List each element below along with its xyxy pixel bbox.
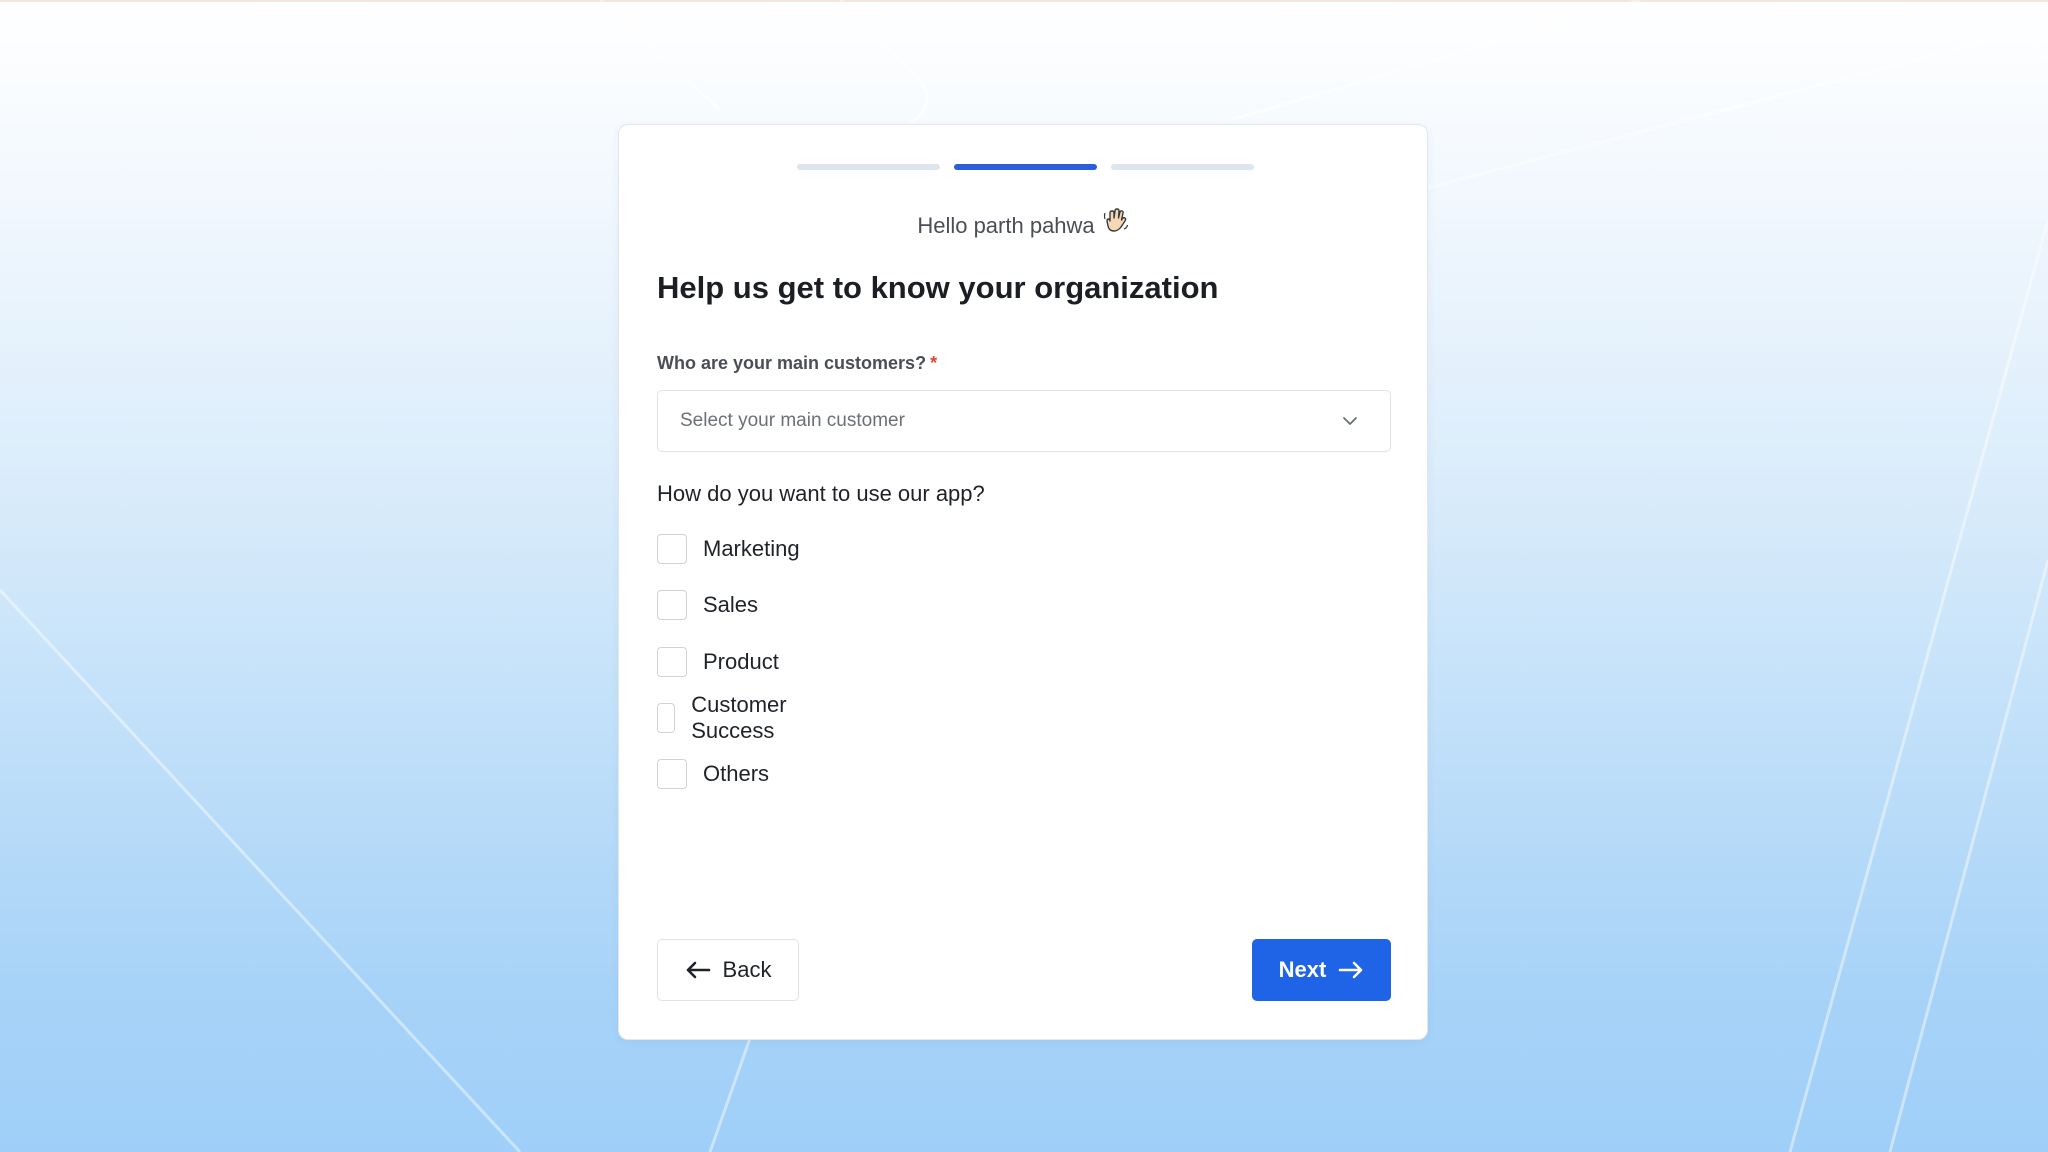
option-product[interactable]: Product <box>657 646 779 678</box>
page-title: Help us get to know your organization <box>657 270 1219 305</box>
customers-field-label: Who are your main customers? * <box>657 353 937 374</box>
card-content: Hello parth pahwa Help us get to know yo… <box>618 124 1428 1040</box>
option-customer-success[interactable]: Customer Success <box>657 692 798 743</box>
next-button-label: Next <box>1278 957 1327 982</box>
required-marker: * <box>930 353 938 373</box>
option-label: Customer Success <box>691 692 787 743</box>
main-customer-select[interactable]: Select your main customer <box>657 390 1391 452</box>
checkbox-sales[interactable] <box>657 590 687 620</box>
greeting-text: Hello parth pahwa <box>917 213 1095 238</box>
onboarding-page: Hello parth pahwa Help us get to know yo… <box>0 0 2048 1152</box>
waving-hand-icon <box>1103 207 1129 239</box>
chevron-down-icon <box>1343 417 1357 425</box>
next-button[interactable]: Next <box>1252 939 1391 1001</box>
option-label: Marketing <box>703 536 800 561</box>
arrow-left-icon <box>686 961 710 979</box>
arrow-right-icon <box>1339 961 1363 979</box>
greeting: Hello parth pahwa <box>619 207 1427 239</box>
option-label: Sales <box>703 592 759 617</box>
usage-question: How do you want to use our app? <box>657 481 985 506</box>
checkbox-others[interactable] <box>657 759 687 789</box>
checkbox-product[interactable] <box>657 647 687 677</box>
option-others[interactable]: Others <box>657 758 769 790</box>
checkbox-customer-success[interactable] <box>657 703 676 733</box>
option-label: Product <box>703 649 779 674</box>
option-sales[interactable]: Sales <box>657 589 758 621</box>
back-button-label: Back <box>722 957 772 982</box>
option-marketing[interactable]: Marketing <box>657 533 800 565</box>
option-label: Others <box>703 761 770 786</box>
main-customer-placeholder: Select your main customer <box>680 410 905 431</box>
back-button[interactable]: Back <box>657 939 799 1001</box>
customers-label-text: Who are your main customers? <box>657 353 927 373</box>
checkbox-marketing[interactable] <box>657 534 687 564</box>
